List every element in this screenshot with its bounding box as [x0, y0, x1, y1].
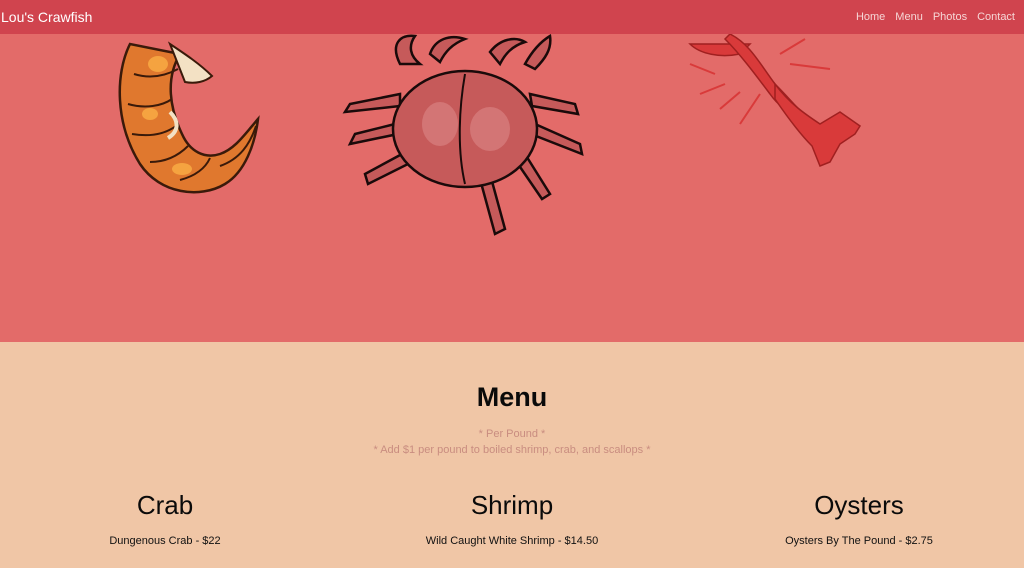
crab-icon: [342, 34, 584, 236]
brand-link[interactable]: Lou's Crawfish: [0, 9, 92, 25]
hero-banner: [0, 34, 1024, 342]
category-title: Oysters: [814, 490, 904, 520]
menu-item: Dungenous Crab - $22: [109, 535, 221, 547]
menu-category-shrimp: Shrimp Wild Caught White Shrimp - $14.50: [342, 490, 682, 547]
crawfish-icon: [688, 34, 862, 167]
per-pound-note: * Per Pound *: [478, 428, 546, 440]
menu-item: Oysters By The Pound - $2.75: [785, 535, 933, 547]
boil-surcharge-note: * Add $1 per pound to boiled shrimp, cra…: [373, 444, 651, 456]
nav-link-contact[interactable]: Contact: [972, 11, 1020, 23]
menu-item: Wild Caught White Shrimp - $14.50: [425, 535, 599, 547]
category-title: Shrimp: [470, 490, 554, 520]
nav-link-home[interactable]: Home: [851, 11, 890, 23]
nav-link-menu[interactable]: Menu: [890, 11, 928, 23]
nav-links: Home Menu Photos Contact: [851, 11, 1020, 23]
shrimp-icon: [118, 41, 260, 194]
menu-section: Menu * Per Pound * * Add $1 per pound to…: [0, 342, 1024, 568]
menu-title: Menu: [476, 382, 548, 412]
menu-category-oysters: Oysters Oysters By The Pound - $2.75: [689, 490, 1024, 547]
navbar: Lou's Crawfish Home Menu Photos Contact: [0, 0, 1024, 34]
category-title: Crab: [136, 490, 194, 520]
menu-category-crab: Crab Dungenous Crab - $22: [0, 490, 335, 547]
nav-link-photos[interactable]: Photos: [928, 11, 972, 23]
